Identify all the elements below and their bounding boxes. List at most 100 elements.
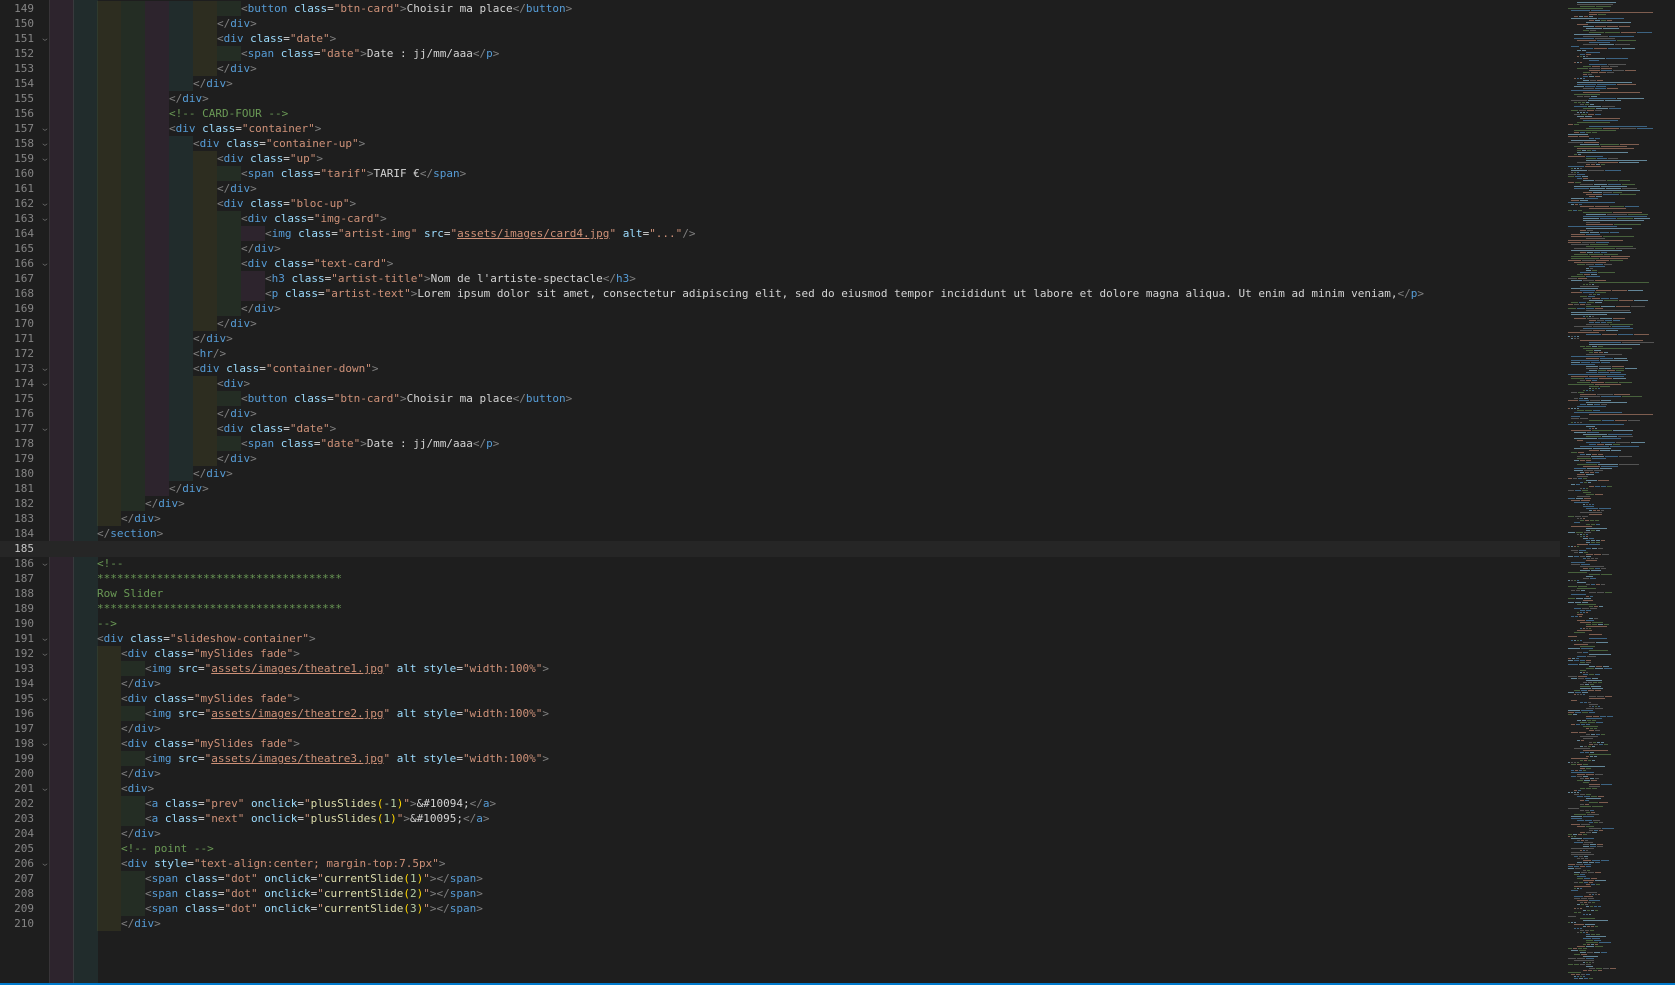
code-line[interactable]: 198 ⌵ <div class="mySlides fade">	[0, 736, 1560, 752]
line-code[interactable]: <div class="mySlides fade">	[121, 646, 300, 662]
code-line[interactable]: 189 *************************************	[0, 601, 1560, 617]
chevron-down-icon[interactable]: ⌵	[40, 633, 50, 644]
line-code[interactable]: </div>	[241, 301, 281, 317]
line-code[interactable]: <div class="img-card">	[241, 211, 387, 227]
code-line[interactable]: 150 </div>	[0, 16, 1560, 32]
line-code[interactable]: <div class="bloc-up">	[217, 196, 356, 212]
chevron-down-icon[interactable]: ⌵	[40, 858, 50, 869]
line-code[interactable]: <span class="date">Date : jj/mm/aaa</p>	[241, 436, 499, 452]
line-code[interactable]: </section>	[97, 526, 163, 542]
line-code[interactable]: <p class="artist-text">Lorem ipsum dolor…	[265, 286, 1424, 302]
code-line[interactable]: 179 </div>	[0, 451, 1560, 467]
code-line[interactable]: 152 <span class="date">Date : jj/mm/aaa</…	[0, 46, 1560, 62]
line-code[interactable]: *************************************	[97, 601, 342, 617]
line-code[interactable]: </div>	[217, 406, 257, 422]
line-code[interactable]: <div class="date">	[217, 31, 336, 47]
code-line[interactable]: 192 ⌵ <div class="mySlides fade">	[0, 646, 1560, 662]
code-line[interactable]: 169 </div>	[0, 301, 1560, 317]
code-line[interactable]: 182 </div>	[0, 496, 1560, 512]
code-editor[interactable]: 149 <button class="btn-card">Choisir ma p…	[0, 0, 1675, 983]
line-code[interactable]: <div class="up">	[217, 151, 323, 167]
line-code[interactable]: <div class="mySlides fade">	[121, 736, 300, 752]
code-line[interactable]: 167 <h3 class="artist-title">Nom de l'art…	[0, 271, 1560, 287]
chevron-down-icon[interactable]: ⌵	[40, 198, 50, 209]
line-code[interactable]: Row Slider	[97, 586, 163, 602]
line-code[interactable]: <img src="assets/images/theatre1.jpg" al…	[145, 661, 549, 677]
line-code[interactable]: <img src="assets/images/theatre3.jpg" al…	[145, 751, 549, 767]
code-line[interactable]: 190 -->	[0, 616, 1560, 632]
code-line[interactable]: 166 ⌵ <div class="text-card">	[0, 256, 1560, 272]
code-line[interactable]: 155 </div>	[0, 91, 1560, 107]
code-line[interactable]: 202 <a class="prev" onclick="plusSlides(-…	[0, 796, 1560, 812]
line-code[interactable]: <span class="dot" onclick="currentSlide(…	[145, 901, 483, 917]
line-code[interactable]: <div class="container-up">	[193, 136, 365, 152]
line-code[interactable]: </div>	[193, 331, 233, 347]
code-line[interactable]: 195 ⌵ <div class="mySlides fade">	[0, 691, 1560, 707]
code-line[interactable]: 206 ⌵ <div style="text-align:center; margi…	[0, 856, 1560, 872]
code-line[interactable]: 173 ⌵ <div class="container-down">	[0, 361, 1560, 377]
line-code[interactable]: </div>	[121, 721, 161, 737]
line-code[interactable]: <div style="text-align:center; margin-to…	[121, 856, 446, 872]
code-line[interactable]: 171 </div>	[0, 331, 1560, 347]
code-line[interactable]: 168 <p class="artist-text">Lorem ipsum do…	[0, 286, 1560, 302]
code-line[interactable]: 204 </div>	[0, 826, 1560, 842]
code-line[interactable]: 208 <span class="dot" onclick="currentSli…	[0, 886, 1560, 902]
code-line[interactable]: 174 ⌵ <div>	[0, 376, 1560, 392]
code-line[interactable]: 185	[0, 541, 1560, 557]
code-line[interactable]: 210 </div>	[0, 916, 1560, 932]
code-line[interactable]: 164 <img class="artist-img" src="assets/i…	[0, 226, 1560, 242]
line-code[interactable]: *************************************	[97, 571, 342, 587]
code-line[interactable]: 178 <span class="date">Date : jj/mm/aaa</…	[0, 436, 1560, 452]
line-code[interactable]: </div>	[169, 91, 209, 107]
chevron-down-icon[interactable]: ⌵	[40, 153, 50, 164]
code-line[interactable]: 193 <img src="assets/images/theatre1.jpg"…	[0, 661, 1560, 677]
line-code[interactable]: </div>	[145, 496, 185, 512]
line-code[interactable]: <span class="date">Date : jj/mm/aaa</p>	[241, 46, 499, 62]
line-code[interactable]: <div>	[121, 781, 154, 797]
chevron-down-icon[interactable]: ⌵	[40, 693, 50, 704]
line-code[interactable]: </div>	[217, 451, 257, 467]
code-line[interactable]: 175 <button class="btn-card">Choisir ma p…	[0, 391, 1560, 407]
line-code[interactable]: <button class="btn-card">Choisir ma plac…	[241, 1, 572, 17]
line-code[interactable]: <!--	[97, 556, 124, 572]
line-code[interactable]: <img src="assets/images/theatre2.jpg" al…	[145, 706, 549, 722]
line-code[interactable]: <!-- CARD-FOUR -->	[169, 106, 288, 122]
code-line[interactable]: 172 <hr/>	[0, 346, 1560, 362]
code-line[interactable]: 177 ⌵ <div class="date">	[0, 421, 1560, 437]
code-line[interactable]: 159 ⌵ <div class="up">	[0, 151, 1560, 167]
line-code[interactable]: </div>	[121, 511, 161, 527]
code-line[interactable]: 156 <!-- CARD-FOUR -->	[0, 106, 1560, 122]
code-line[interactable]: 151 ⌵ <div class="date">	[0, 31, 1560, 47]
code-line[interactable]: 163 ⌵ <div class="img-card">	[0, 211, 1560, 227]
line-code[interactable]: <div class="text-card">	[241, 256, 393, 272]
code-line[interactable]: 209 <span class="dot" onclick="currentSli…	[0, 901, 1560, 917]
line-code[interactable]: <hr/>	[193, 346, 226, 362]
code-line[interactable]: 207 <span class="dot" onclick="currentSli…	[0, 871, 1560, 887]
line-code[interactable]: </div>	[217, 316, 257, 332]
line-code[interactable]: </div>	[217, 181, 257, 197]
chevron-down-icon[interactable]: ⌵	[40, 648, 50, 659]
line-code[interactable]: <span class="dot" onclick="currentSlide(…	[145, 871, 483, 887]
line-code[interactable]: <a class="prev" onclick="plusSlides(-1)"…	[145, 796, 496, 812]
code-line[interactable]: 162 ⌵ <div class="bloc-up">	[0, 196, 1560, 212]
chevron-down-icon[interactable]: ⌵	[40, 213, 50, 224]
code-line[interactable]: 184 </section>	[0, 526, 1560, 542]
line-code[interactable]: <button class="btn-card">Choisir ma plac…	[241, 391, 572, 407]
line-code[interactable]: -->	[97, 616, 117, 632]
chevron-down-icon[interactable]: ⌵	[40, 783, 50, 794]
minimap[interactable]	[1560, 0, 1675, 983]
chevron-down-icon[interactable]: ⌵	[40, 423, 50, 434]
code-line[interactable]: 194 </div>	[0, 676, 1560, 692]
line-code[interactable]: <div class="slideshow-container">	[97, 631, 316, 647]
chevron-down-icon[interactable]: ⌵	[40, 378, 50, 389]
chevron-down-icon[interactable]: ⌵	[40, 558, 50, 569]
line-code[interactable]: </div>	[121, 916, 161, 932]
code-line[interactable]: 196 <img src="assets/images/theatre2.jpg"…	[0, 706, 1560, 722]
code-line[interactable]: 199 <img src="assets/images/theatre3.jpg"…	[0, 751, 1560, 767]
code-line[interactable]: 186 ⌵ <!--	[0, 556, 1560, 572]
line-code[interactable]: <div class="container">	[169, 121, 321, 137]
line-code[interactable]: <div class="container-down">	[193, 361, 378, 377]
code-line[interactable]: 158 ⌵ <div class="container-up">	[0, 136, 1560, 152]
code-line[interactable]: 157 ⌵ <div class="container">	[0, 121, 1560, 137]
chevron-down-icon[interactable]: ⌵	[40, 123, 50, 134]
